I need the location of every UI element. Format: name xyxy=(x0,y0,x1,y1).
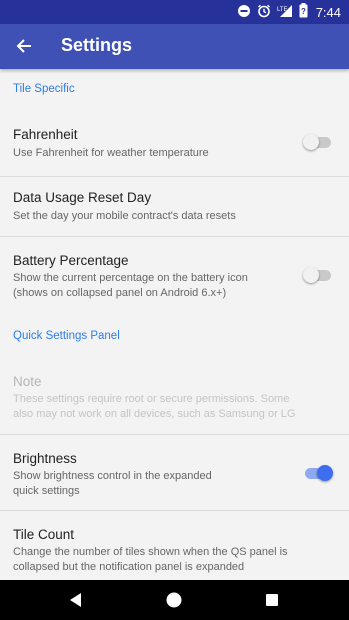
status-icons: LTE ? 7:44 xyxy=(237,3,341,21)
dnd-icon xyxy=(237,4,251,21)
pref-title: Battery Percentage xyxy=(13,253,129,268)
pref-title: Note xyxy=(13,374,42,389)
section-header-quick-settings-panel: Quick Settings Panel xyxy=(13,330,120,342)
pref-summary: Use Fahrenheit for weather temperature xyxy=(13,147,209,159)
status-time: 7:44 xyxy=(315,4,341,20)
nav-home-button[interactable] xyxy=(164,590,184,610)
pref-summary-line-1: Show the current percentage on the batte… xyxy=(13,272,248,284)
navigation-bar xyxy=(0,580,349,620)
pref-summary-line-1: Change the number of tiles shown when th… xyxy=(13,546,288,558)
battery-level: ? xyxy=(301,7,306,16)
battery-percentage-switch[interactable] xyxy=(303,266,331,284)
pref-title: Brightness xyxy=(13,451,77,466)
back-button[interactable] xyxy=(10,32,38,60)
lte-signal-icon: LTE xyxy=(277,4,293,21)
pref-summary-line-2: collapsed but the notification panel is … xyxy=(13,561,245,573)
battery-icon: ? xyxy=(299,3,308,21)
pref-note: Note These settings require root or secu… xyxy=(0,361,349,433)
pref-summary-line-1: These settings require root or secure pe… xyxy=(13,393,290,405)
switch-thumb xyxy=(303,267,319,283)
back-triangle-icon xyxy=(70,593,81,607)
pref-summary-line-2: (shows on collapsed panel on Android 6.x… xyxy=(13,287,227,299)
lte-label: LTE xyxy=(277,7,288,13)
alarm-icon xyxy=(257,4,271,21)
pref-battery-percentage[interactable]: Battery Percentage Show the current perc… xyxy=(0,237,349,315)
pref-summary-line-2: quick settings xyxy=(13,485,80,497)
switch-thumb xyxy=(317,465,333,481)
pref-fahrenheit[interactable]: Fahrenheit Use Fahrenheit for weather te… xyxy=(0,115,349,167)
arrow-back-icon xyxy=(16,39,31,53)
pref-title: Tile Count xyxy=(13,527,75,542)
nav-recents-button[interactable] xyxy=(262,590,282,610)
status-bar: LTE ? 7:44 xyxy=(0,0,349,24)
nav-back-button[interactable] xyxy=(66,590,86,610)
page-title: Settings xyxy=(61,35,133,55)
pref-title: Data Usage Reset Day xyxy=(13,190,152,205)
home-circle-icon xyxy=(166,592,182,608)
pref-summary-line-2: also may not work on all devices, such a… xyxy=(13,408,296,420)
switch-thumb xyxy=(303,134,319,150)
pref-brightness[interactable]: Brightness Show brightness control in th… xyxy=(0,435,349,509)
fahrenheit-switch[interactable] xyxy=(303,133,331,151)
pref-title: Fahrenheit xyxy=(13,127,78,142)
settings-list[interactable]: Tile Specific Fahrenheit Use Fahrenheit … xyxy=(0,69,349,580)
pref-summary-line-1: Show brightness control in the expanded xyxy=(13,470,212,482)
brightness-switch[interactable] xyxy=(303,464,333,482)
pref-data-usage-reset-day[interactable]: Data Usage Reset Day Set the day your mo… xyxy=(0,177,349,237)
pref-tile-count[interactable]: Tile Count Change the number of tiles sh… xyxy=(0,511,349,580)
recents-square-icon xyxy=(266,594,278,606)
pref-summary: Set the day your mobile contract's data … xyxy=(13,210,236,222)
app-bar: Settings xyxy=(0,24,349,69)
section-header-tile-specific: Tile Specific xyxy=(13,83,75,95)
